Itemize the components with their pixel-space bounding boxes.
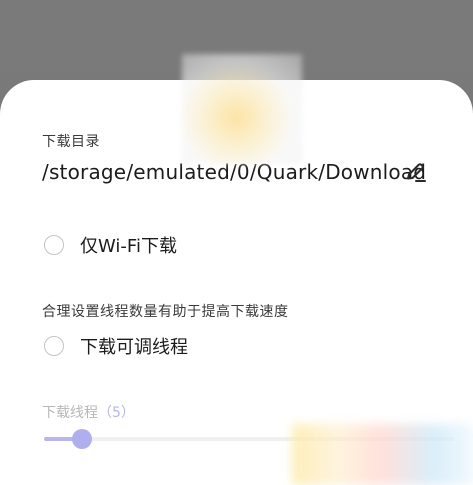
thread-hint-text: 合理设置线程数量有助于提高下载速度 (42, 304, 289, 320)
thread-slider-thumb[interactable] (72, 429, 92, 449)
wifi-only-option[interactable]: 仅Wi-Fi下载 (44, 232, 177, 258)
screen: 下载目录 /storage/emulated/0/Quark/Download … (0, 0, 473, 485)
thread-slider-title: 下载线程 (42, 405, 98, 421)
thread-slider-label: 下载线程（5） (42, 402, 135, 422)
download-dir-label: 下载目录 (42, 134, 100, 150)
pencil-icon[interactable] (404, 160, 428, 184)
blurred-region-bottom (292, 424, 473, 485)
thread-count: （5） (98, 405, 135, 421)
wifi-only-radio[interactable] (44, 235, 64, 255)
adjustable-threads-radio[interactable] (44, 336, 64, 356)
adjustable-threads-label: 下载可调线程 (80, 337, 188, 358)
adjustable-threads-option[interactable]: 下载可调线程 (44, 333, 188, 359)
wifi-only-label: 仅Wi-Fi下载 (80, 236, 177, 257)
blurred-region (182, 54, 302, 164)
